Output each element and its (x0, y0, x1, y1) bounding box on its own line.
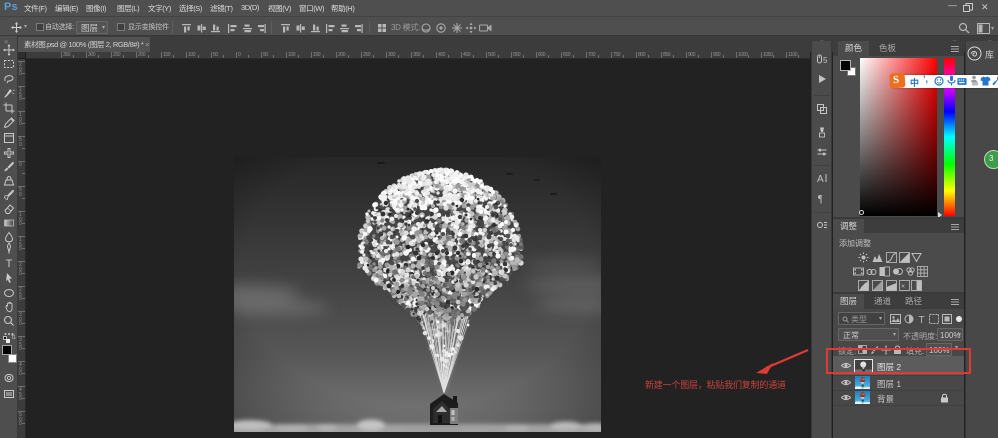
svg-text:¶: ¶ (818, 194, 823, 204)
svg-text:T: T (918, 315, 924, 324)
svg-text:5: 5 (823, 56, 828, 65)
svg-text:T: T (6, 258, 13, 269)
svg-text:×: × (901, 284, 905, 291)
svg-text:A: A (817, 174, 824, 184)
